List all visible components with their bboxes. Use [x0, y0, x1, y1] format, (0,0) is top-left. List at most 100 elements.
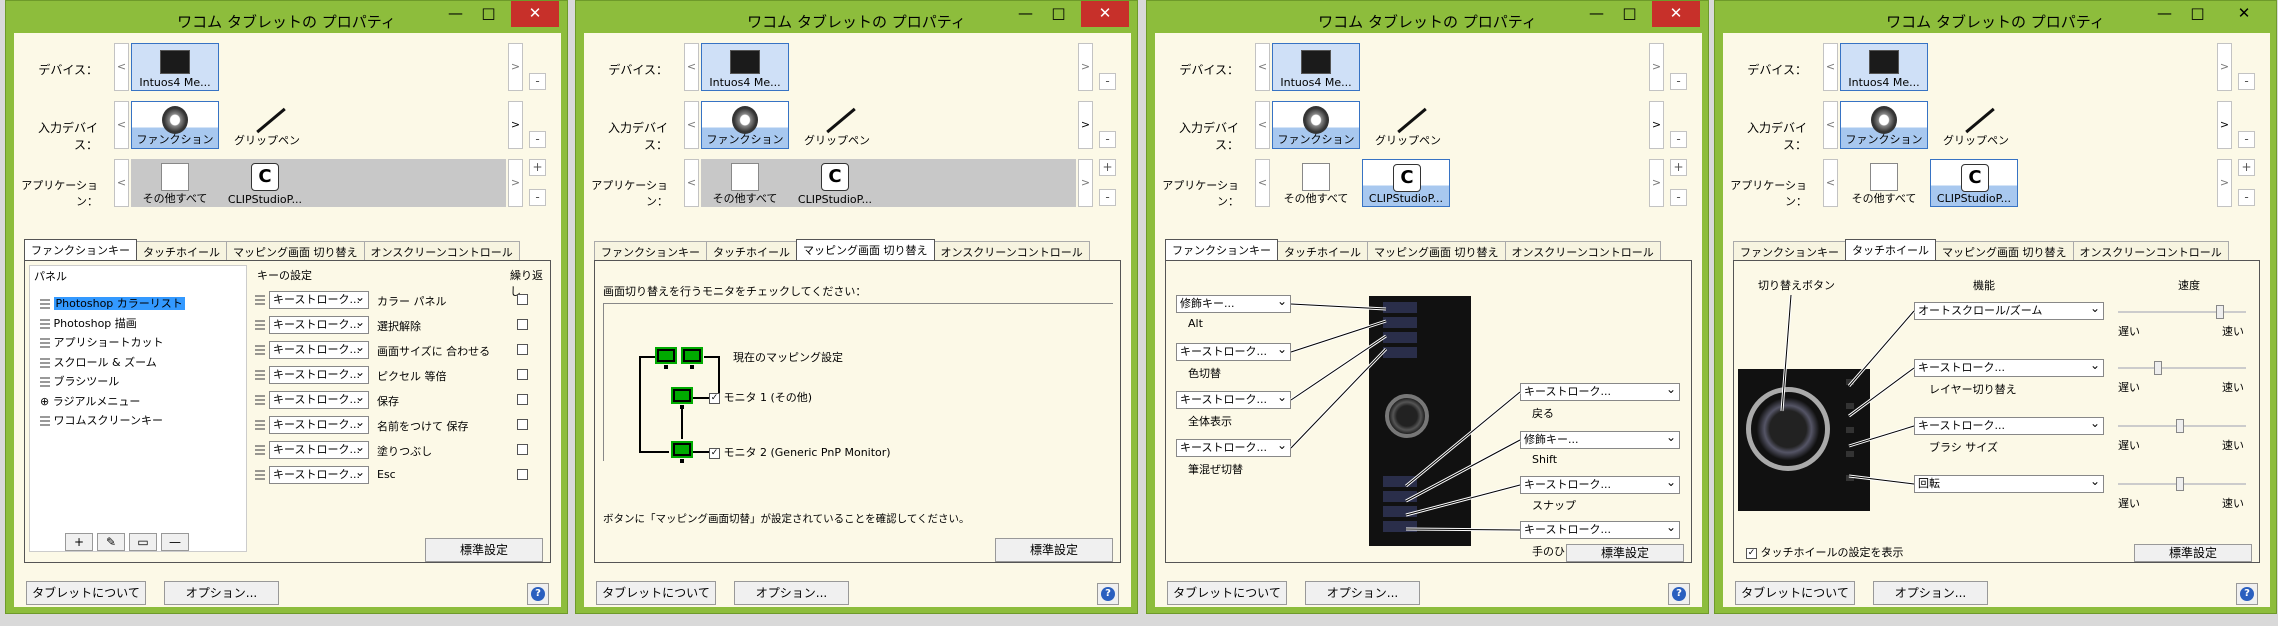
minimize-button[interactable]: — — [1580, 1, 1613, 27]
drag-handle-icon[interactable] — [255, 420, 265, 430]
default-button[interactable]: 標準設定 — [1566, 544, 1684, 562]
default-button[interactable]: 標準設定 — [425, 538, 543, 562]
drag-handle-icon[interactable] — [255, 395, 265, 405]
device-remove-button[interactable]: - — [1670, 73, 1687, 90]
app-scroll-right[interactable]: > — [1649, 159, 1664, 207]
input-tile-grip-pen[interactable]: グリップペン — [1932, 101, 2020, 149]
tab-touch-wheel[interactable]: タッチホイール — [1277, 241, 1368, 261]
input-tile-function[interactable]: ファンクション — [701, 101, 789, 149]
options-button[interactable]: オプション... — [1873, 581, 1988, 605]
app-remove-button[interactable]: - — [1099, 189, 1116, 206]
tab-function-keys[interactable]: ファンクションキー — [1733, 241, 1846, 261]
app-add-button[interactable]: + — [1099, 159, 1116, 176]
input-scroll-left[interactable]: < — [114, 101, 129, 149]
monitor-2-checkbox[interactable]: ✓ — [709, 447, 720, 459]
input-tile-grip-pen[interactable]: グリップペン — [1364, 101, 1452, 149]
default-button[interactable]: 標準設定 — [2134, 544, 2252, 562]
tab-function-keys[interactable]: ファンクションキー — [24, 239, 137, 261]
device-remove-button[interactable]: - — [1099, 73, 1116, 90]
app-tile-clip-studio[interactable]: C CLIPStudioP... — [221, 159, 309, 207]
tab-onscreen-control[interactable]: オンスクリーンコントロール — [933, 241, 1090, 261]
key-action-dropdown[interactable]: キーストローク... — [269, 291, 369, 309]
input-tile-function[interactable]: ファンクション — [1272, 101, 1360, 149]
app-scroll-left[interactable]: < — [684, 159, 699, 207]
speed-slider-3[interactable] — [2118, 419, 2246, 433]
input-tile-function[interactable]: ファンクション — [1840, 101, 1928, 149]
drag-handle-icon[interactable] — [255, 345, 265, 355]
monitor-2-option[interactable]: ✓ モニタ 2 (Generic PnP Monitor) — [709, 444, 891, 460]
device-scroll-left[interactable]: < — [684, 43, 699, 91]
app-scroll-right[interactable]: > — [508, 159, 523, 207]
repeat-checkbox[interactable] — [517, 294, 528, 305]
input-remove-button[interactable]: - — [1670, 131, 1687, 148]
tree-item[interactable]: ワコムスクリーンキー — [40, 411, 185, 431]
input-tile-grip-pen[interactable]: グリップペン — [223, 101, 311, 149]
tab-touch-wheel[interactable]: タッチホイール — [136, 241, 227, 261]
options-button[interactable]: オプション... — [1305, 581, 1420, 605]
drag-handle-icon[interactable] — [255, 295, 265, 305]
about-tablet-button[interactable]: タブレットについて — [1735, 581, 1855, 605]
tree-item[interactable]: Photoshop 描画 — [40, 314, 185, 334]
app-tile-all-other[interactable]: その他すべて — [131, 159, 219, 207]
tab-function-keys[interactable]: ファンクションキー — [594, 241, 707, 261]
tree-item[interactable]: アプリショートカット — [40, 333, 185, 353]
tab-mapping-switch[interactable]: マッピング画面 切り替え — [226, 241, 365, 261]
help-icon[interactable]: ? — [1668, 583, 1690, 605]
close-button[interactable]: ✕ — [1652, 1, 1700, 27]
device-tile-intuos4[interactable]: Intuos4 Me... — [1272, 43, 1360, 91]
app-scroll-right[interactable]: > — [1078, 159, 1093, 207]
app-scroll-right[interactable]: > — [2217, 159, 2232, 207]
app-add-button[interactable]: + — [2238, 159, 2255, 176]
input-remove-button[interactable]: - — [529, 131, 546, 148]
drag-handle-icon[interactable] — [255, 370, 265, 380]
device-remove-button[interactable]: - — [529, 73, 546, 90]
help-icon[interactable]: ? — [527, 583, 549, 605]
slider-thumb[interactable] — [2175, 419, 2184, 433]
key-action-dropdown[interactable]: キーストローク... — [269, 441, 369, 459]
input-tile-grip-pen[interactable]: グリップペン — [793, 101, 881, 149]
app-scroll-left[interactable]: < — [1823, 159, 1838, 207]
tab-onscreen-control[interactable]: オンスクリーンコントロール — [2072, 241, 2229, 261]
input-scroll-right[interactable]: > — [1649, 101, 1664, 149]
drag-handle-icon[interactable] — [40, 377, 50, 387]
drag-handle-icon[interactable] — [40, 299, 50, 309]
tab-onscreen-control[interactable]: オンスクリーンコントロール — [1504, 241, 1661, 261]
device-remove-button[interactable]: - — [2238, 73, 2255, 90]
about-tablet-button[interactable]: タブレットについて — [26, 581, 146, 605]
slider-thumb[interactable] — [2154, 361, 2162, 375]
device-tile-intuos4[interactable]: Intuos4 Me... — [701, 43, 789, 91]
minimize-button[interactable]: — — [2148, 1, 2181, 27]
add-button[interactable]: + — [65, 533, 93, 551]
app-remove-button[interactable]: - — [1670, 189, 1687, 206]
options-button[interactable]: オプション... — [734, 581, 849, 605]
app-remove-button[interactable]: - — [2238, 189, 2255, 206]
app-tile-clip-studio[interactable]: C CLIPStudioP... — [1930, 159, 2018, 207]
input-scroll-left[interactable]: < — [1823, 101, 1838, 149]
input-scroll-left[interactable]: < — [684, 101, 699, 149]
tab-function-keys[interactable]: ファンクションキー — [1165, 239, 1278, 261]
key-action-dropdown[interactable]: キーストローク... — [269, 391, 369, 409]
app-tile-clip-studio[interactable]: C CLIPStudioP... — [791, 159, 879, 207]
tree-item[interactable]: ブラシツール — [40, 372, 185, 392]
tab-touch-wheel[interactable]: タッチホイール — [1845, 239, 1936, 261]
input-scroll-right[interactable]: > — [508, 101, 523, 149]
tab-touch-wheel[interactable]: タッチホイール — [706, 241, 797, 261]
duplicate-icon[interactable]: ▭ — [129, 533, 157, 551]
repeat-checkbox[interactable] — [517, 394, 528, 405]
key-action-dropdown[interactable]: キーストローク... — [269, 416, 369, 434]
input-tile-function[interactable]: ファンクション — [131, 101, 219, 149]
maximize-button[interactable]: □ — [2181, 1, 2214, 27]
speed-slider-2[interactable] — [2118, 361, 2246, 375]
remove-button[interactable]: — — [161, 533, 189, 551]
device-tile-intuos4[interactable]: Intuos4 Me... — [131, 43, 219, 91]
device-scroll-left[interactable]: < — [1823, 43, 1838, 91]
device-scroll-right[interactable]: > — [1078, 43, 1093, 91]
device-tile-intuos4[interactable]: Intuos4 Me... — [1840, 43, 1928, 91]
device-scroll-right[interactable]: > — [2217, 43, 2232, 91]
show-settings-option[interactable]: ✓ タッチホイールの設定を表示 — [1746, 544, 1904, 560]
drag-handle-icon[interactable] — [40, 338, 50, 348]
repeat-checkbox[interactable] — [517, 319, 528, 330]
drag-handle-icon[interactable] — [40, 357, 50, 368]
device-scroll-left[interactable]: < — [1255, 43, 1270, 91]
repeat-checkbox[interactable] — [517, 344, 528, 355]
